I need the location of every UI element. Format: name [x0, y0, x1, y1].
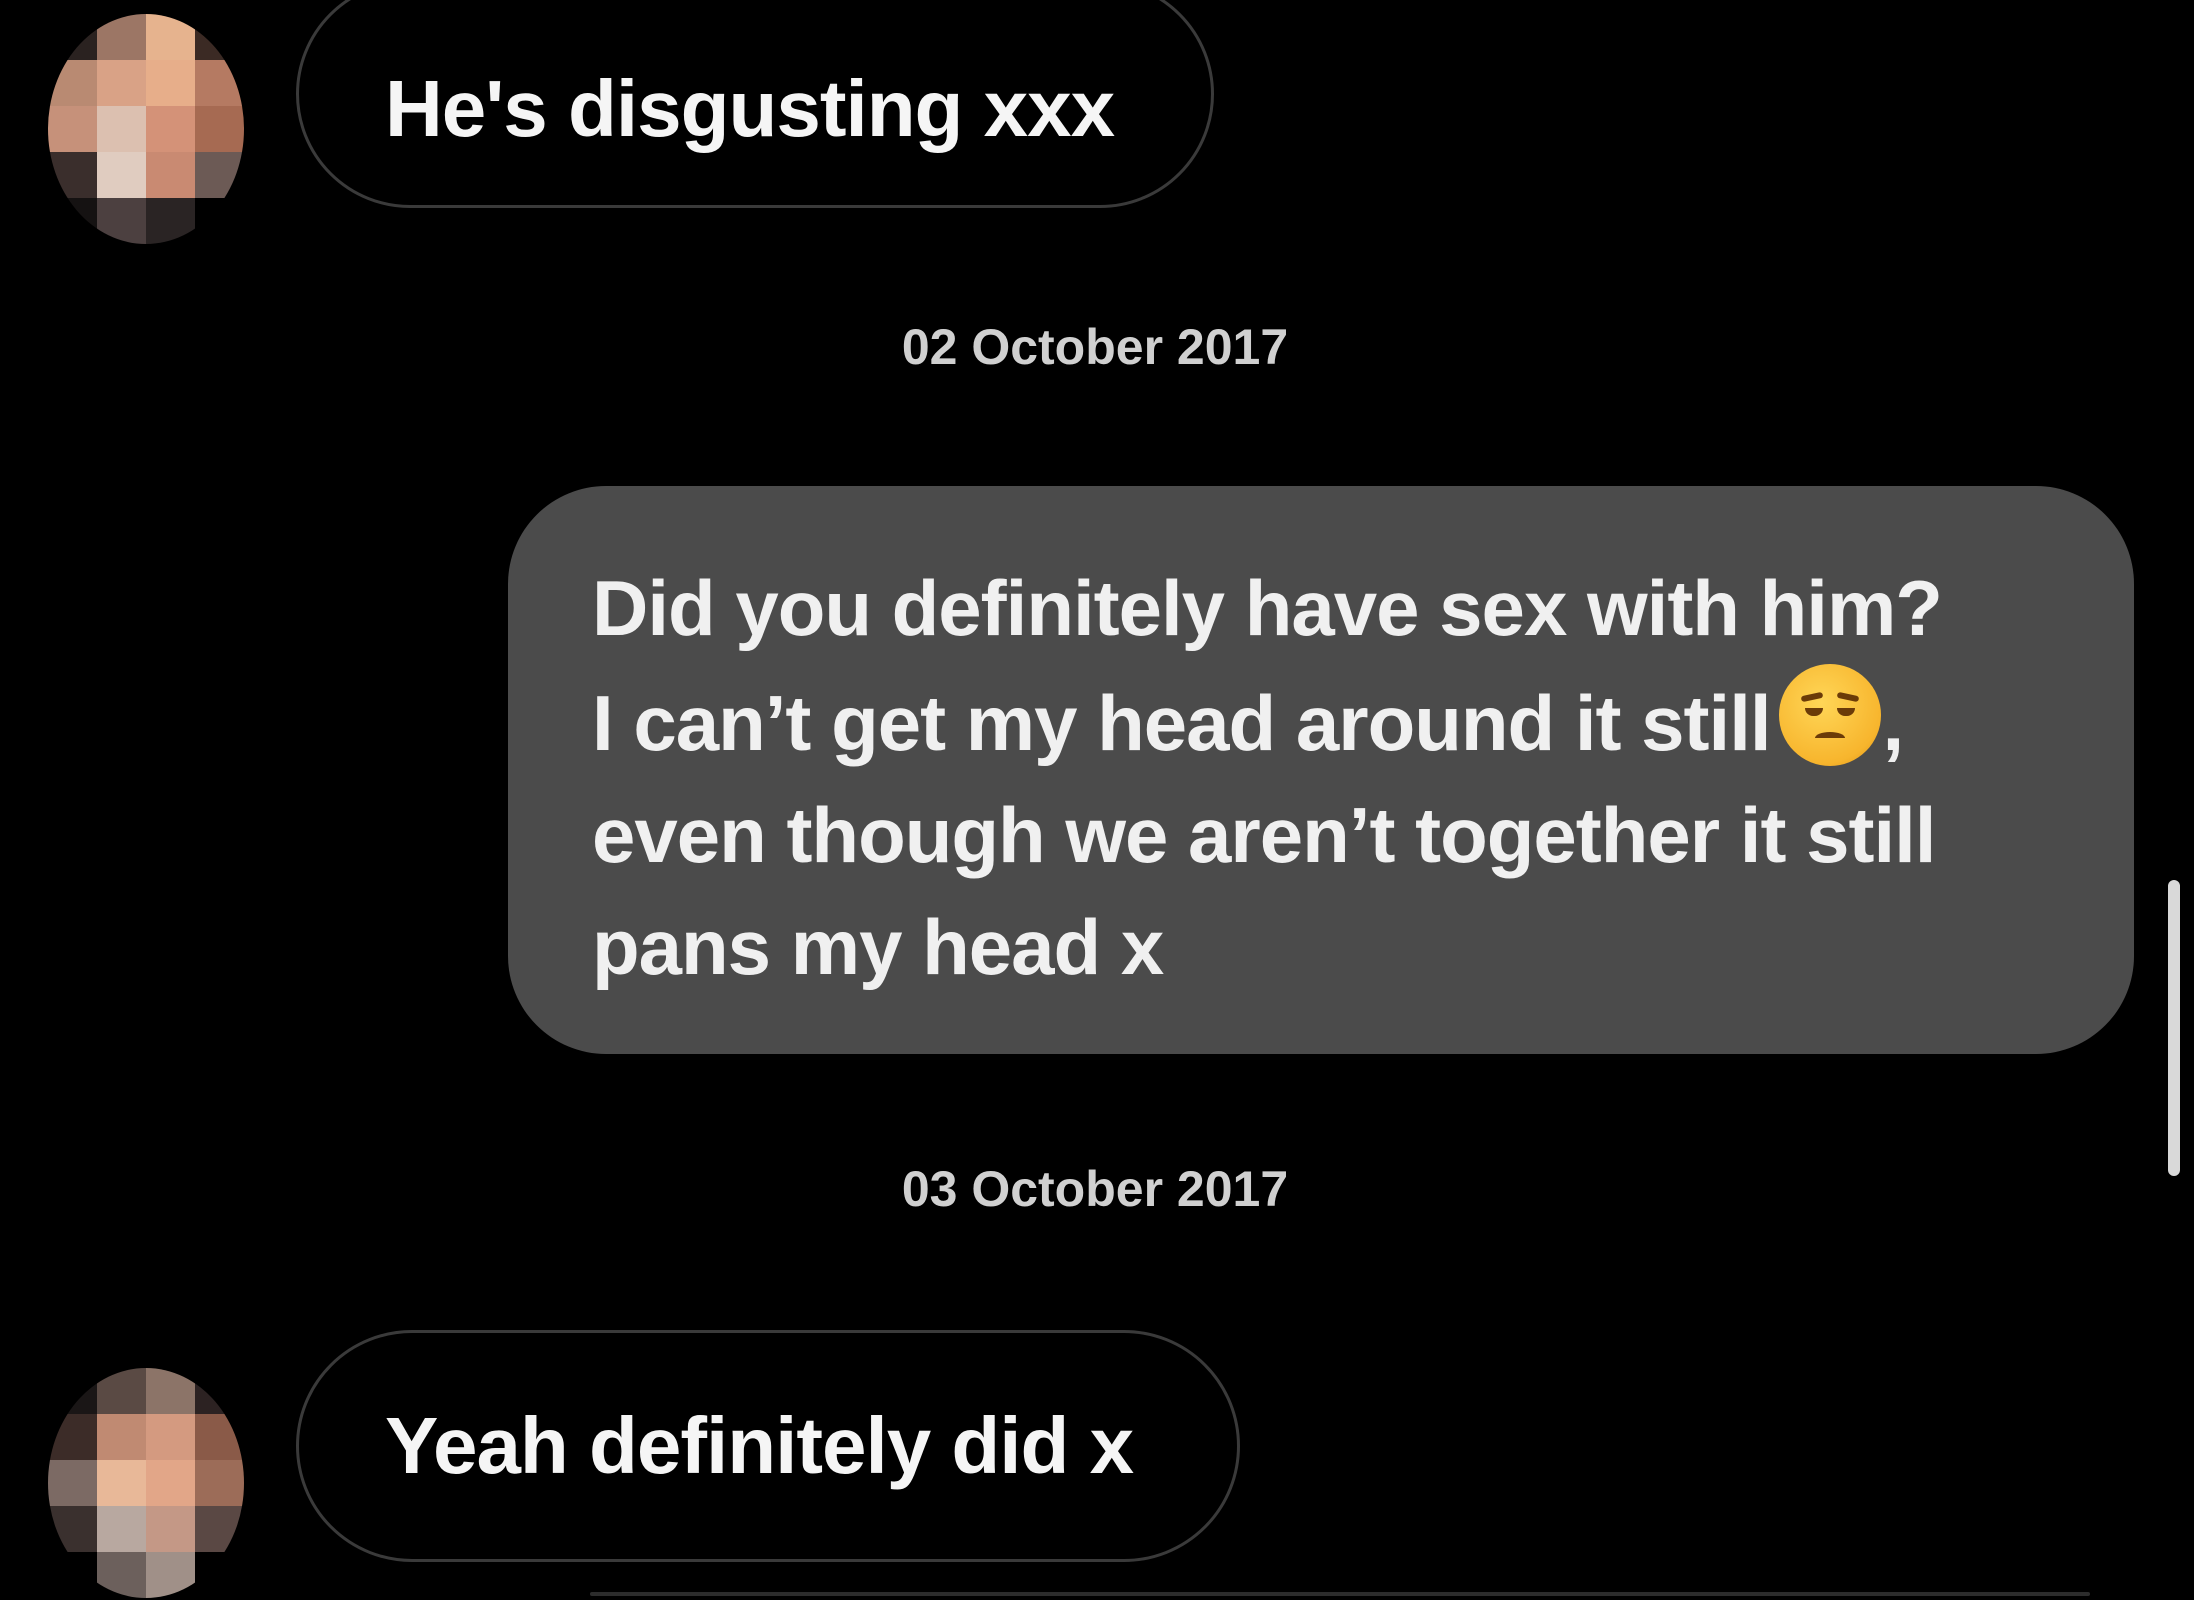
date-separator: 03 October 2017	[0, 1160, 2194, 1218]
avatar[interactable]	[48, 1368, 244, 1598]
date-label: 03 October 2017	[901, 1161, 1289, 1217]
message-line: Did you definitely have sex with him?	[592, 564, 1943, 652]
punctuation: ,	[1882, 679, 1905, 767]
received-message-bubble[interactable]: He's disgusting xxx	[296, 0, 1214, 208]
unamused-face-icon	[1778, 664, 1881, 766]
message-line-text: I can’t get my head around it still	[592, 679, 1772, 767]
message-text: Yeah definitely did x	[385, 1401, 1134, 1490]
sent-message-bubble[interactable]: Did you definitely have sex with him? I …	[508, 486, 2134, 1054]
date-label: 02 October 2017	[901, 319, 1289, 375]
message-text: He's disgusting xxx	[385, 64, 1115, 153]
message-line: even though we aren’t together it still	[592, 791, 1936, 879]
received-message-bubble[interactable]: Yeah definitely did x	[296, 1330, 1240, 1562]
message-line-with-emoji: I can’t get my head around it still,	[592, 664, 2094, 779]
date-separator: 02 October 2017	[0, 318, 2194, 376]
message-line: pans my head x	[592, 903, 1164, 991]
scrollbar-thumb[interactable]	[2168, 880, 2180, 1176]
next-bubble-edge	[590, 1592, 2090, 1596]
avatar[interactable]	[48, 14, 244, 244]
